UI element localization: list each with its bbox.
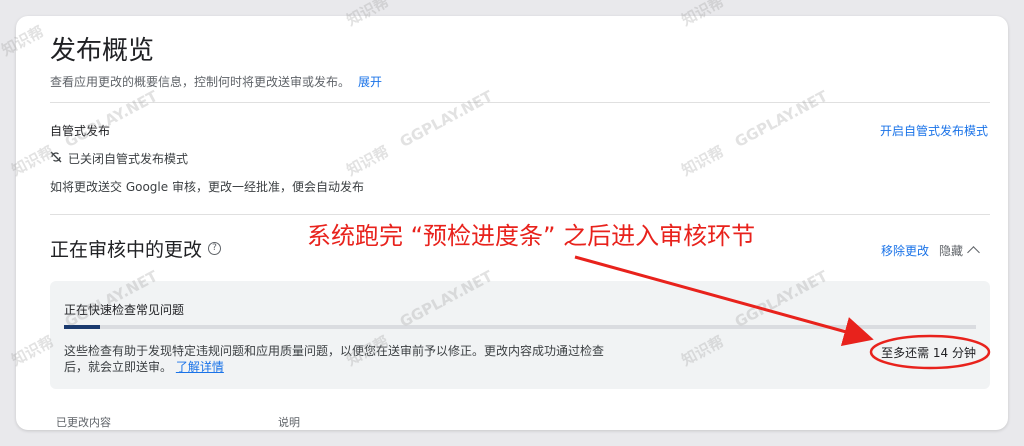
divider — [50, 102, 990, 103]
in-review-actions: 移除更改 隐藏 — [881, 242, 980, 259]
precheck-progress-bar — [64, 325, 976, 329]
page-subtitle: 查看应用更改的概要信息，控制何时将更改送审或发布。 展开 — [50, 73, 382, 90]
managed-publishing-title: 自管式发布 — [50, 124, 111, 138]
quick-check-title: 正在快速检查常见问题 — [64, 303, 185, 317]
managed-publishing-description: 如将更改送交 Google 审核，更改一经批准，便会自动发布 — [50, 180, 364, 194]
quick-check-description-text: 这些检查有助于发现特定违规问题和应用质量问题，以便您在送审前予以修正。更改内容成… — [64, 344, 605, 374]
in-review-title: 正在审核中的更改 ? — [50, 235, 222, 262]
sync-off-icon — [50, 151, 62, 166]
column-header-description: 说明 — [278, 416, 300, 429]
quick-check-description: 这些检查有助于发现特定违规问题和应用质量问题，以便您在送审前予以修正。更改内容成… — [64, 343, 624, 375]
page-subtitle-text: 查看应用更改的概要信息，控制何时将更改送审或发布。 — [50, 75, 351, 89]
expand-link[interactable]: 展开 — [358, 75, 382, 89]
hide-button-label: 隐藏 — [938, 244, 963, 258]
managed-publishing-status-text: 已关闭自管式发布模式 — [68, 152, 189, 166]
in-review-title-text: 正在审核中的更改 — [50, 239, 203, 261]
precheck-progress-fill — [64, 325, 101, 329]
annotation-text: 系统跑完 “预检进度条” 之后进入审核环节 — [307, 222, 756, 250]
column-header-changed: 已更改内容 — [56, 416, 111, 429]
chevron-up-icon — [967, 246, 980, 259]
enable-managed-publishing-link[interactable]: 开启自管式发布模式 — [880, 122, 988, 139]
time-remaining: 至多还需 14 分钟 — [881, 346, 976, 360]
managed-publishing-status: 已关闭自管式发布模式 — [50, 150, 188, 167]
page-title: 发布概览 — [50, 36, 155, 66]
divider — [50, 214, 990, 215]
learn-more-link[interactable]: 了解详情 — [176, 360, 224, 374]
remove-changes-button[interactable]: 移除更改 — [881, 242, 929, 259]
help-icon[interactable]: ? — [208, 242, 222, 255]
quick-check-panel: 正在快速检查常见问题 这些检查有助于发现特定违规问题和应用质量问题，以便您在送审… — [50, 281, 990, 389]
hide-button[interactable]: 隐藏 — [938, 242, 980, 259]
